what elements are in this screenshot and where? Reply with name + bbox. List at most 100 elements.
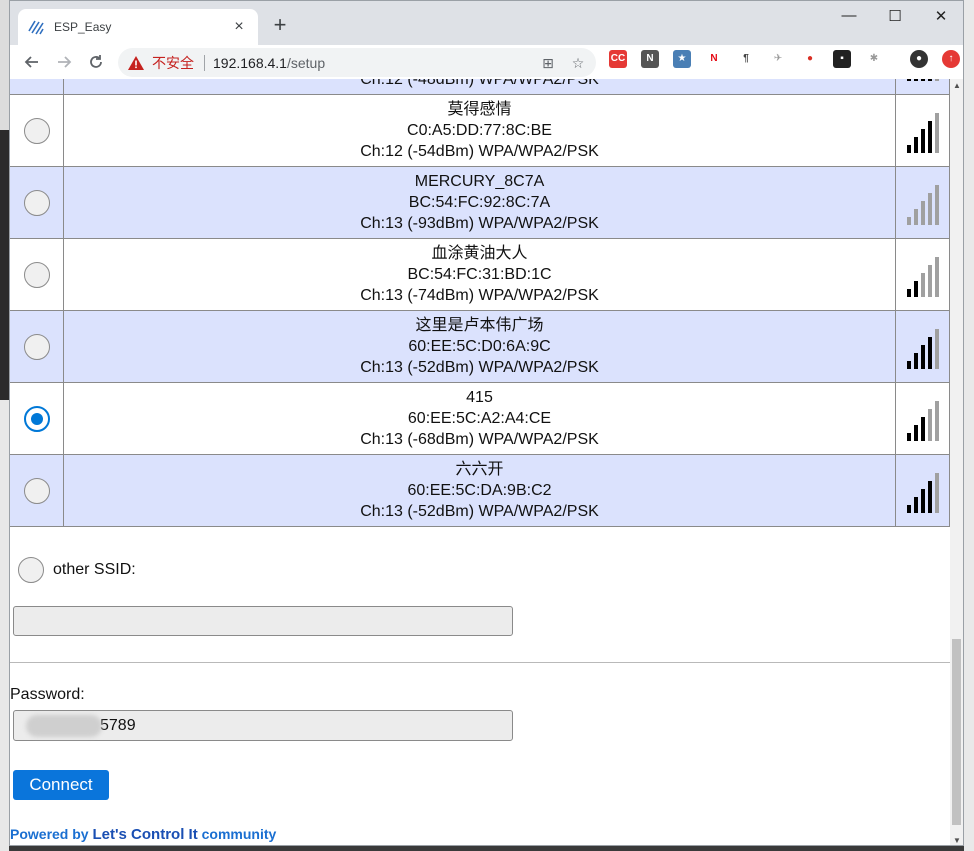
network-signal-cell	[895, 454, 950, 527]
network-radio-cell	[10, 382, 64, 455]
paragraph-extension-icon[interactable]: ¶	[737, 50, 755, 68]
extension-toolbar: CC N ★ N ¶ ✈ ● ▪ ✱ ● ↑	[602, 50, 963, 68]
scroll-up-arrow-icon[interactable]: ▲	[953, 81, 961, 90]
tampermonkey-extension-icon[interactable]: ▪	[833, 50, 851, 68]
network-row[interactable]: 莫得感情 C0:A5:DD:77:8C:BE Ch:12 (-54dBm) WPA/…	[10, 94, 950, 167]
signal-bar	[934, 112, 939, 153]
network-ssid: 莫得感情	[447, 101, 512, 118]
wifi-signal-icon	[906, 109, 939, 153]
maximize-button[interactable]: ☐	[875, 7, 915, 25]
cc-extension-icon[interactable]: CC	[609, 50, 627, 68]
wifi-signal-icon	[906, 325, 939, 369]
scroll-down-arrow-icon[interactable]: ▼	[953, 836, 961, 845]
network-radio-cell	[10, 94, 64, 167]
signal-bar	[913, 208, 918, 225]
signal-bar	[927, 120, 932, 153]
signal-bar	[927, 336, 932, 369]
forward-button[interactable]	[48, 48, 80, 76]
network-radio[interactable]	[23, 477, 50, 504]
browser-toolbar: 不安全 192.168.4.1/setup ⊞ ☆ CC N ★ N ¶ ✈ ●…	[10, 45, 963, 79]
other-ssid-radio[interactable]	[18, 557, 44, 583]
esp-easy-favicon-icon	[28, 19, 44, 35]
network-signal-cell	[895, 79, 950, 95]
signal-bar	[934, 256, 939, 297]
footer-community-link[interactable]: community	[202, 826, 277, 842]
connect-button[interactable]: Connect	[13, 770, 109, 800]
avatar[interactable]: ●	[910, 50, 928, 68]
footer-brand-link[interactable]: Let's Control It	[92, 826, 197, 843]
network-radio-cell	[10, 310, 64, 383]
wifi-signal-icon	[906, 397, 939, 441]
network-row[interactable]: Ch:12 (-48dBm) WPA/WPA2/PSK	[10, 79, 950, 95]
address-bar[interactable]: 不安全 192.168.4.1/setup ⊞ ☆	[118, 48, 596, 77]
signal-bar	[920, 416, 925, 441]
settings-extension-icon[interactable]: ✱	[865, 50, 883, 68]
signal-bar	[906, 360, 911, 369]
wifi-network-table: Ch:12 (-48dBm) WPA/WPA2/PSK 莫得感情 C0:A5:DD:…	[10, 79, 950, 527]
arrow-left-icon	[24, 56, 38, 68]
network-details: Ch:13 (-74dBm) WPA/WPA2/PSK	[360, 287, 599, 304]
other-ssid-option[interactable]: other SSID:	[18, 557, 136, 583]
record-extension-icon[interactable]: ●	[801, 50, 819, 68]
warning-icon	[128, 55, 144, 70]
star-icon[interactable]: ☆	[570, 55, 586, 71]
reload-button[interactable]	[80, 48, 112, 76]
security-status[interactable]: 不安全	[152, 53, 194, 73]
scroll-thumb[interactable]	[952, 639, 961, 825]
network-radio[interactable]	[23, 333, 50, 360]
page-scrollbar[interactable]: ▲ ▼	[950, 79, 963, 845]
network-radio[interactable]	[23, 405, 50, 432]
network-radio-cell	[10, 79, 64, 95]
password-field[interactable]: 5789	[13, 710, 513, 741]
network-row[interactable]: MERCURY_8C7A BC:54:FC:92:8C:7A Ch:13 (-93d…	[10, 166, 950, 239]
other-ssid-input[interactable]	[13, 606, 513, 636]
network-row[interactable]: 六六开 60:EE:5C:DA:9B:C2 Ch:13 (-52dBm) WPA/W…	[10, 454, 950, 527]
new-tab-button[interactable]: +	[268, 14, 292, 36]
tab-close-icon[interactable]: ×	[230, 18, 248, 36]
network-row[interactable]: 这里是卢本伟广场 60:EE:5C:D0:6A:9C Ch:13 (-52dBm) …	[10, 310, 950, 383]
signal-bar	[906, 79, 911, 81]
netflix-extension-icon[interactable]: N	[705, 50, 723, 68]
other-ssid-label: other SSID:	[53, 561, 136, 578]
network-details: Ch:13 (-68dBm) WPA/WPA2/PSK	[360, 431, 599, 448]
footer-powered-by: Powered by	[10, 826, 89, 842]
network-row[interactable]: 血涂黄油大人 BC:54:FC:31:BD:1C Ch:13 (-74dBm) WP…	[10, 238, 950, 311]
signal-bar	[920, 488, 925, 513]
bird-extension-icon[interactable]: ✈	[769, 50, 787, 68]
nn-extension-icon[interactable]: N	[641, 50, 659, 68]
password-visible-text: 5789	[100, 717, 136, 734]
network-radio-cell	[10, 238, 64, 311]
back-button[interactable]	[16, 48, 48, 76]
network-mac: C0:A5:DD:77:8C:BE	[407, 122, 552, 139]
network-radio[interactable]	[23, 189, 50, 216]
signal-bar	[913, 352, 918, 369]
signal-bar	[906, 216, 911, 225]
network-ssid: 六六开	[455, 461, 504, 478]
network-row[interactable]: 415 60:EE:5C:A2:A4:CE Ch:13 (-68dBm) WPA/W…	[10, 382, 950, 455]
minimize-button[interactable]: —	[829, 7, 869, 24]
arrow-right-icon	[58, 56, 72, 68]
network-signal-cell	[895, 238, 950, 311]
signal-bar	[927, 408, 932, 441]
bookmark-extension-icon[interactable]: ★	[673, 50, 691, 68]
signal-bar	[913, 79, 918, 81]
network-radio[interactable]	[23, 261, 50, 288]
signal-bar	[927, 480, 932, 513]
tab-title: ESP_Easy	[54, 20, 112, 34]
network-info-cell: 莫得感情 C0:A5:DD:77:8C:BE Ch:12 (-54dBm) WPA/…	[63, 94, 896, 167]
network-info-cell: 415 60:EE:5C:A2:A4:CE Ch:13 (-68dBm) WPA/W…	[63, 382, 896, 455]
signal-bar	[934, 472, 939, 513]
network-ssid: 这里是卢本伟广场	[415, 317, 544, 334]
signal-bar	[920, 128, 925, 153]
network-signal-cell	[895, 310, 950, 383]
update-icon[interactable]: ↑	[942, 50, 960, 68]
network-radio[interactable]	[23, 117, 50, 144]
url-text[interactable]: 192.168.4.1/setup	[213, 55, 526, 71]
translate-icon[interactable]: ⊞	[540, 55, 556, 71]
desktop-right-edge	[964, 0, 974, 851]
close-window-button[interactable]: ✕	[921, 7, 961, 25]
network-mac: 60:EE:5C:A2:A4:CE	[407, 410, 552, 427]
signal-bar	[927, 264, 932, 297]
password-label: Password:	[10, 686, 85, 703]
tab-esp-easy[interactable]: ESP_Easy ×	[18, 9, 258, 45]
